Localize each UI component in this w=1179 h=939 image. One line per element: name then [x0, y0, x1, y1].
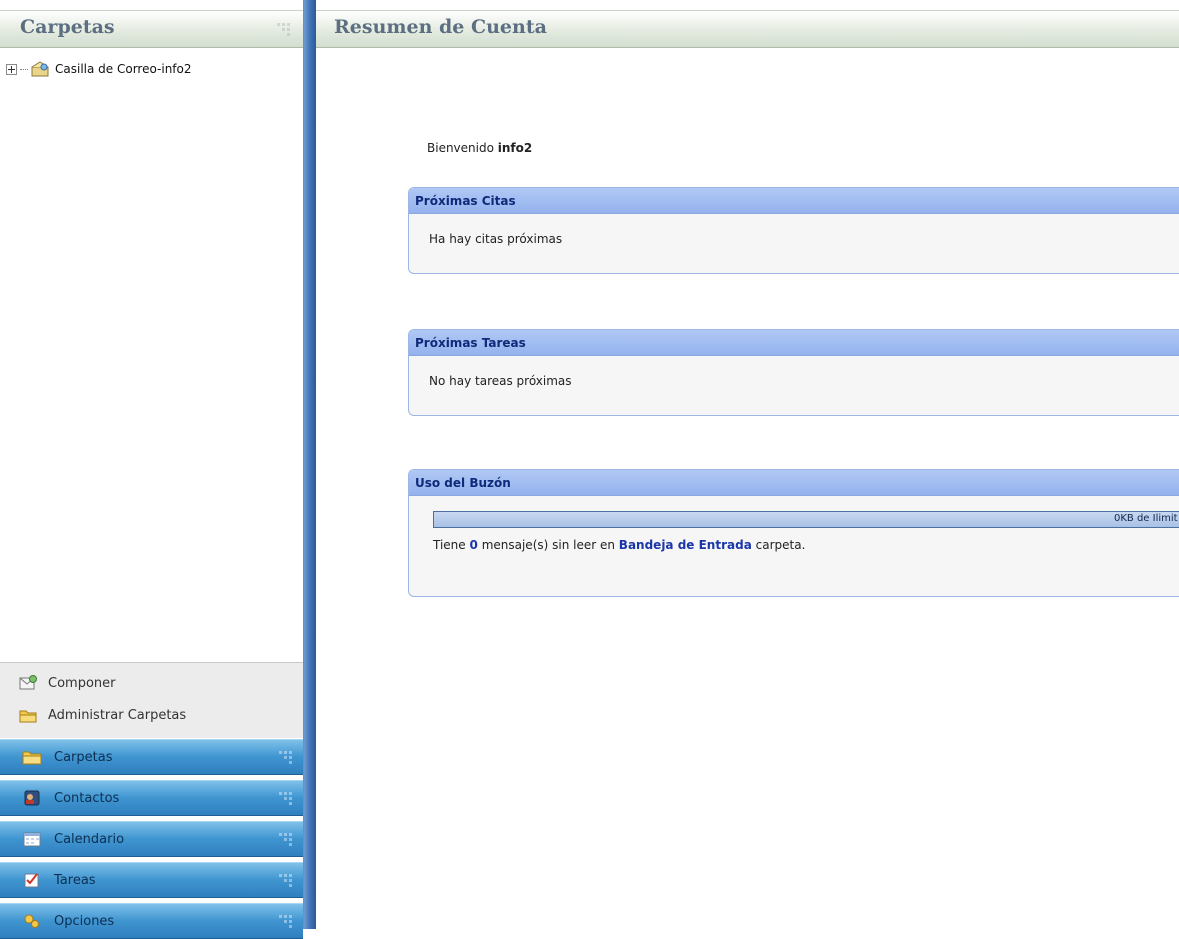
nav-calendario-button[interactable]: Calendario: [0, 821, 303, 857]
main-content: Resumen de Cuenta Bienvenido info2 Próxi…: [316, 0, 1179, 929]
mailbox-usage-title: Uso del Buzón: [415, 475, 511, 490]
nav-carpetas-button[interactable]: Carpetas: [0, 739, 303, 775]
mailbox-usage-panel-header: Uso del Buzón: [409, 470, 1179, 496]
nav-carpetas-label: Carpetas: [54, 749, 113, 765]
appointments-title: Próximas Citas: [415, 193, 516, 208]
unread-summary: Tiene 0 mensaje(s) sin leer en Bandeja d…: [433, 538, 1179, 552]
manage-folders-icon: [19, 710, 37, 723]
unread-prefix: Tiene: [433, 538, 466, 552]
nav-opciones-label: Opciones: [54, 913, 115, 929]
mailbox-icon: [31, 61, 49, 77]
welcome-prefix: Bienvenido: [427, 141, 494, 155]
grip-icon: [279, 833, 292, 846]
nav-tareas-label: Tareas: [54, 872, 96, 888]
appointments-panel: Próximas Citas Ha hay citas próximas: [408, 187, 1179, 274]
calendar-icon: [23, 832, 41, 847]
expand-icon[interactable]: [6, 63, 17, 75]
appointments-panel-header: Próximas Citas: [409, 188, 1179, 214]
compose-action[interactable]: Componer: [18, 672, 115, 694]
main-header: Resumen de Cuenta: [316, 10, 1179, 48]
tree-item-label: Casilla de Correo-info2: [55, 62, 192, 76]
mailbox-usage-panel: Uso del Buzón 0KB de Ilimit Tiene 0 mens…: [408, 469, 1179, 597]
tree-item-mailbox[interactable]: Casilla de Correo-info2: [6, 60, 192, 78]
quota-text: 0KB de Ilimit: [1114, 513, 1178, 524]
grip-icon: [279, 751, 292, 764]
folder-sidebar: Carpetas Casilla de Correo-info2 Compone…: [0, 0, 304, 939]
welcome-message: Bienvenido info2: [427, 141, 532, 155]
manage-folders-action[interactable]: Administrar Carpetas: [18, 704, 186, 726]
sidebar-title: Carpetas: [20, 16, 115, 38]
nav-tareas-button[interactable]: Tareas: [0, 862, 303, 898]
tasks-panel: Próximas Tareas No hay tareas próximas: [408, 329, 1179, 416]
pane-splitter[interactable]: [304, 0, 316, 929]
quota-progress-bar: 0KB de Ilimit: [433, 511, 1179, 528]
nav-contactos-label: Contactos: [54, 790, 120, 806]
tasks-panel-header: Próximas Tareas: [409, 330, 1179, 356]
unread-middle: mensaje(s) sin leer en: [481, 538, 615, 552]
compose-label: Componer: [48, 675, 116, 691]
sidebar-header: Carpetas: [0, 10, 303, 48]
nav-calendario-label: Calendario: [54, 831, 125, 847]
nav-opciones-button[interactable]: Opciones: [0, 903, 303, 939]
grip-icon: [279, 915, 292, 928]
tasks-message: No hay tareas próximas: [429, 374, 572, 388]
manage-folders-label: Administrar Carpetas: [48, 707, 187, 723]
nav-contactos-button[interactable]: Contactos: [0, 780, 303, 816]
grip-icon: [277, 23, 290, 36]
folders-icon: [22, 751, 42, 765]
tasks-title: Próximas Tareas: [415, 335, 526, 350]
compose-icon: [19, 675, 37, 690]
page-title: Resumen de Cuenta: [334, 16, 547, 38]
grip-icon: [279, 874, 292, 887]
action-panel: Componer Administrar Carpetas: [0, 662, 303, 738]
contacts-icon: [24, 790, 40, 806]
grip-icon: [279, 792, 292, 805]
username: info2: [497, 141, 533, 155]
appointments-message: Ha hay citas próximas: [429, 232, 563, 246]
unread-suffix: carpeta.: [755, 538, 806, 552]
tasks-icon: [24, 873, 39, 888]
options-icon: [24, 914, 39, 928]
unread-count: 0: [469, 538, 478, 552]
inbox-link[interactable]: Bandeja de Entrada: [619, 538, 752, 552]
